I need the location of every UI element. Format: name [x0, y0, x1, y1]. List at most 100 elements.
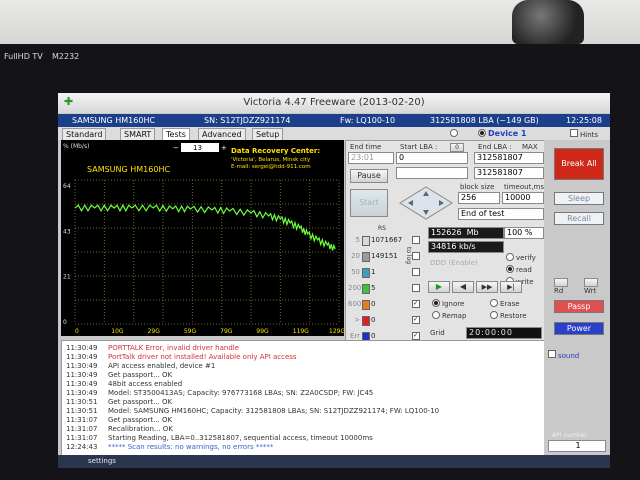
monitor-model: M2232: [52, 52, 80, 61]
block-size-select[interactable]: 256: [458, 192, 500, 204]
action-radio-ignore[interactable]: Ignore: [432, 299, 464, 308]
end-lba-input[interactable]: 312581807: [474, 152, 544, 164]
x-tick-label: 79G: [220, 328, 233, 335]
tab-bar: Standard SMART Tests Advanced Setup Devi…: [58, 127, 610, 141]
counter-row: 5 1071667: [348, 235, 424, 247]
taskbar-item[interactable]: settings: [88, 457, 116, 465]
scale-down-button[interactable]: −: [173, 144, 179, 152]
log-row: 11:31:07 Starting Reading, LBA=0..3125818…: [66, 434, 373, 443]
counter-log-checkbox[interactable]: [412, 236, 420, 244]
event-log: 11:30:49 PORTTALK Error, invalid driver h…: [61, 340, 545, 457]
start-lba-input[interactable]: 0: [396, 152, 468, 164]
title-bar: ✚ Victoria 4.47 Freeware (2013-02-20): [58, 93, 610, 113]
start-button[interactable]: Start: [350, 189, 388, 217]
counter-row: 600 0 ✓: [348, 299, 424, 311]
start-lba-reset-button[interactable]: 0: [450, 143, 464, 152]
scale-value: 13: [193, 144, 202, 152]
x-tick-label: 29G: [148, 328, 161, 335]
api-number-input[interactable]: 1: [548, 440, 606, 452]
y-ticks: 64 43 21 0: [63, 183, 71, 326]
mb-readout: 152626 Mb: [428, 227, 504, 239]
ddd-checkbox[interactable]: DDD (Enable): [430, 259, 478, 267]
clock: 12:25:08: [566, 116, 602, 125]
log-time: 11:30:51: [66, 398, 98, 406]
counter-log-checkbox[interactable]: ✓: [412, 316, 420, 324]
log-text: Model: SAMSUNG HM160HC; Capacity: 312581…: [108, 407, 440, 415]
log-row: 11:30:49 Model: ST3500413AS; Capacity: 97…: [66, 389, 373, 398]
counter-log-checkbox[interactable]: [412, 268, 420, 276]
rd-label: Rd: [554, 287, 564, 295]
log-row: 12:24:43 ***** Scan results: no warnings,…: [66, 443, 273, 452]
recall-button[interactable]: Recall: [554, 212, 604, 225]
log-text: PortTalk driver not installed! Available…: [108, 353, 297, 361]
percent-readout: 100 %: [504, 227, 544, 239]
skip-icon[interactable]: ▶▶: [476, 281, 498, 293]
drive-info-bar: SAMSUNG HM160HC SN: S12TJDZZ921174 Fw: L…: [58, 114, 610, 127]
action-radio-erase[interactable]: Erase: [490, 299, 520, 308]
mode-radio-verify[interactable]: verify: [506, 253, 536, 262]
counter-row: 20 149151: [348, 251, 424, 263]
action-radio-remap[interactable]: Remap: [432, 311, 466, 320]
y-tick-label: 0: [63, 319, 67, 326]
end-time-input[interactable]: 23:01: [348, 152, 394, 164]
counter-label: 20: [351, 252, 360, 260]
timeout-select[interactable]: 10000: [502, 192, 544, 204]
mode-radio-read[interactable]: read: [506, 265, 532, 274]
hints-checkbox[interactable]: Hints: [570, 129, 598, 139]
counter-log-checkbox[interactable]: [412, 252, 420, 260]
drive-lba: 312581808 LBA (~149 GB): [430, 116, 539, 125]
log-text: Get passport... OK: [108, 416, 173, 424]
log-text: API access enabled, device #1: [108, 362, 216, 370]
end-mode-select[interactable]: End of test: [458, 208, 544, 220]
wrt-label: Wrt: [584, 287, 597, 295]
device-radio-0[interactable]: [450, 129, 460, 138]
passp-button[interactable]: Passp: [554, 300, 604, 313]
scan-controls: End time 23:01 Start LBA : 0 0 End LBA :…: [345, 140, 545, 342]
back-icon[interactable]: ◀: [452, 281, 474, 293]
timer-readout: 20:00:00: [466, 327, 542, 339]
device-radio-1[interactable]: Device 1: [478, 129, 527, 138]
log-time: 12:24:43: [66, 443, 98, 451]
log-row: 11:30:49 PortTalk driver not installed! A…: [66, 353, 297, 362]
sleep-button[interactable]: Sleep: [554, 192, 604, 205]
counter-swatch: [362, 284, 370, 294]
counter-log-checkbox[interactable]: ✓: [412, 300, 420, 308]
drive-model: SAMSUNG HM160HC: [72, 116, 156, 125]
start-lba-label: Start LBA :: [400, 143, 438, 151]
current-lba-input[interactable]: [396, 167, 468, 179]
x-tick-label: 129G: [329, 328, 344, 335]
drc-email: E-mail: sergei@hdd-911.com: [231, 164, 311, 170]
log-text: Recalibration... OK: [108, 425, 173, 433]
log-text: PORTTALK Error, invalid driver handle: [108, 344, 240, 352]
end-icon[interactable]: ▶|: [500, 281, 522, 293]
drive-serial: SN: S12TJDZZ921174: [204, 116, 291, 125]
counter-swatch: [362, 236, 370, 246]
counter-swatch: [362, 252, 370, 262]
scale-up-button[interactable]: +: [221, 144, 227, 152]
pause-button[interactable]: Pause: [350, 169, 388, 183]
grid-checkbox[interactable]: Grid: [430, 329, 445, 337]
counter-log-checkbox[interactable]: [412, 284, 420, 292]
break-all-button[interactable]: Break All: [554, 148, 604, 180]
log-time: 11:30:49: [66, 389, 98, 397]
transport-buttons: ▶ ◀ ▶▶ ▶|: [428, 281, 540, 293]
sound-checkbox[interactable]: sound: [548, 350, 579, 360]
counter-log-checkbox[interactable]: ✓: [412, 332, 420, 340]
drive-firmware: Fw: LQ100-10: [340, 116, 396, 125]
window-title: Victoria 4.47 Freeware (2013-02-20): [243, 97, 425, 108]
direction-pad[interactable]: [398, 185, 454, 221]
y-tick-label: 21: [63, 274, 71, 281]
end-lba-max-button[interactable]: MAX: [522, 143, 538, 151]
counter-swatch: [362, 300, 370, 310]
play-icon[interactable]: ▶: [428, 281, 450, 293]
counter-label: 50: [351, 268, 360, 276]
log-row: 11:31:07 Recalibration... OK: [66, 425, 173, 434]
log-row: 11:30:49 API access enabled, device #1: [66, 362, 215, 371]
graph-grid: [74, 179, 340, 325]
counter-row: 200 5: [348, 283, 424, 295]
action-radio-restore[interactable]: Restore: [490, 311, 527, 320]
log-row: 11:30:51 Model: SAMSUNG HM160HC; Capacity…: [66, 407, 439, 416]
victoria-window: ✚ Victoria 4.47 Freeware (2013-02-20) SA…: [58, 93, 610, 468]
speed-readout: 34816 kb/s: [428, 241, 504, 253]
power-button[interactable]: Power: [554, 322, 604, 335]
